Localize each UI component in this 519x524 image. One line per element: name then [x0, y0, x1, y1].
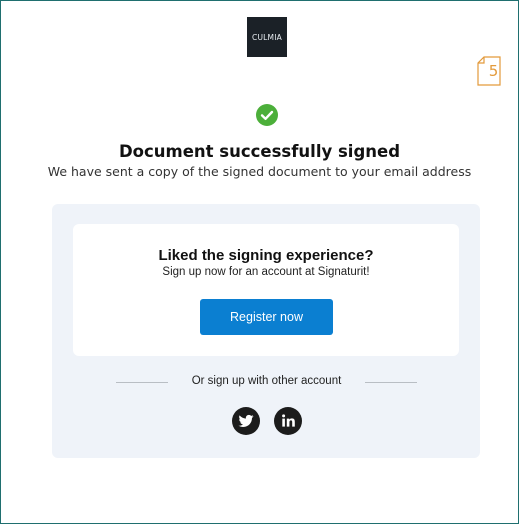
- divider-line-left: [116, 382, 168, 383]
- signup-card: Liked the signing experience? Sign up no…: [73, 224, 459, 356]
- divider-line-right: [365, 382, 417, 383]
- alt-signup-text: Or sign up with other account: [191, 375, 342, 387]
- signup-subtitle: Sign up now for an account at Signaturit…: [162, 266, 370, 278]
- alt-signup-divider: Or sign up with other account: [52, 375, 480, 389]
- twitter-icon[interactable]: [232, 407, 260, 435]
- linkedin-icon[interactable]: [274, 407, 302, 435]
- success-check-icon: [256, 104, 278, 126]
- signup-panel: Liked the signing experience? Sign up no…: [52, 204, 480, 458]
- signup-title: Liked the signing experience?: [158, 247, 374, 264]
- success-message: We have sent a copy of the signed docume…: [47, 164, 472, 179]
- page-count-badge: 5: [477, 56, 502, 86]
- success-title: Document successfully signed: [118, 142, 401, 161]
- logo-text: CULMIA: [252, 32, 282, 42]
- company-logo: CULMIA: [247, 17, 287, 57]
- register-button[interactable]: Register now: [200, 299, 333, 335]
- page-count: 5: [488, 62, 499, 80]
